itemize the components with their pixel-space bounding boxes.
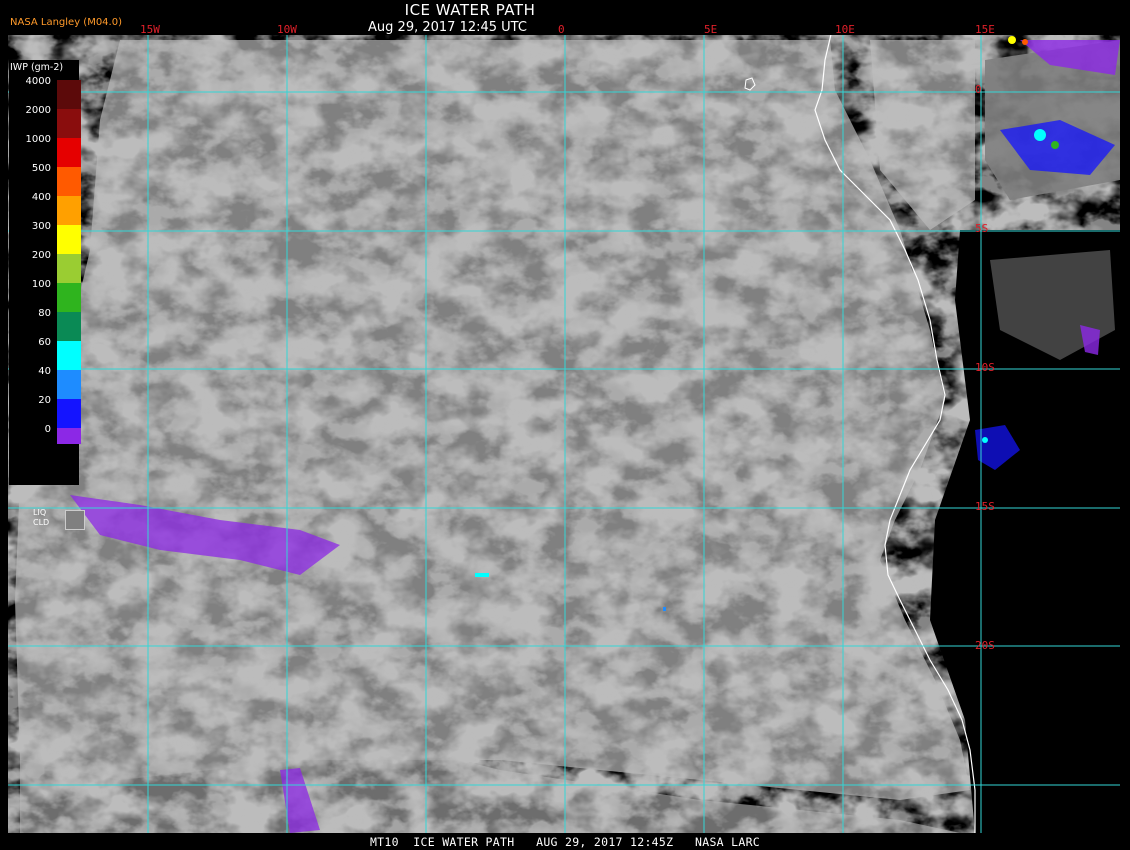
lon-label-10e: 10E — [835, 23, 855, 36]
legend-swatch-300 — [57, 225, 81, 254]
lon-label-10w: 10W — [277, 23, 297, 36]
iwp-legend: IWP (gm-2) 4000 2000 1000 500 400 300 200 100 80… — [9, 60, 85, 530]
legend-label-400: 400 — [31, 192, 51, 203]
legend-label-1000: 1000 — [25, 134, 51, 145]
satellite-map — [8, 35, 1120, 833]
legend-swatch-20 — [57, 399, 81, 428]
legend-label-100: 100 — [31, 279, 51, 290]
lat-label-5s: 5S — [975, 222, 989, 235]
legend-label-20: 20 — [38, 395, 51, 406]
liquid-cloud-swatch — [65, 510, 85, 530]
legend-swatch-60 — [57, 341, 81, 370]
lon-label-5e: 5E — [704, 23, 718, 36]
lon-label-15w: 15W — [140, 23, 160, 36]
legend-swatch-0 — [57, 428, 81, 444]
lat-label-10s: 10S — [975, 361, 995, 374]
legend-label-500: 500 — [31, 163, 51, 174]
map-title: ICE WATER PATH — [404, 1, 536, 19]
legend-swatch-100 — [57, 283, 81, 312]
legend-swatch-200 — [57, 254, 81, 283]
footer-caption: MT10 ICE WATER PATH AUG 29, 2017 12:45Z … — [369, 835, 761, 849]
map-timestamp: Aug 29, 2017 12:45 UTC — [368, 20, 527, 35]
legend-label-4000: 4000 — [25, 76, 51, 87]
legend-title: IWP (gm-2) — [10, 62, 64, 73]
legend-swatch-400 — [57, 196, 81, 225]
legend-label-60: 60 — [38, 337, 51, 348]
lat-label-0: 0 — [975, 83, 982, 96]
legend-swatch-500 — [57, 167, 81, 196]
legend-label-0: 0 — [44, 424, 51, 435]
legend-label-80: 80 — [38, 308, 51, 319]
legend-swatch-2000 — [57, 109, 81, 138]
legend-label-40: 40 — [38, 366, 51, 377]
producer-label: NASA Langley (M04.0) — [10, 17, 122, 28]
liquid-cloud-label: LIQ CLD — [33, 508, 50, 527]
lon-label-0: 0 — [558, 23, 565, 36]
lat-label-20s: 20S — [975, 639, 995, 652]
legend-swatch-4000 — [57, 80, 81, 109]
legend-label-300: 300 — [31, 221, 51, 232]
lat-label-15s: 15S — [975, 500, 995, 513]
legend-swatch-80 — [57, 312, 81, 341]
legend-label-2000: 2000 — [25, 105, 51, 116]
legend-swatch-40 — [57, 370, 81, 399]
legend-label-200: 200 — [31, 250, 51, 261]
lon-label-15e: 15E — [975, 23, 995, 36]
legend-swatch-1000 — [57, 138, 81, 167]
